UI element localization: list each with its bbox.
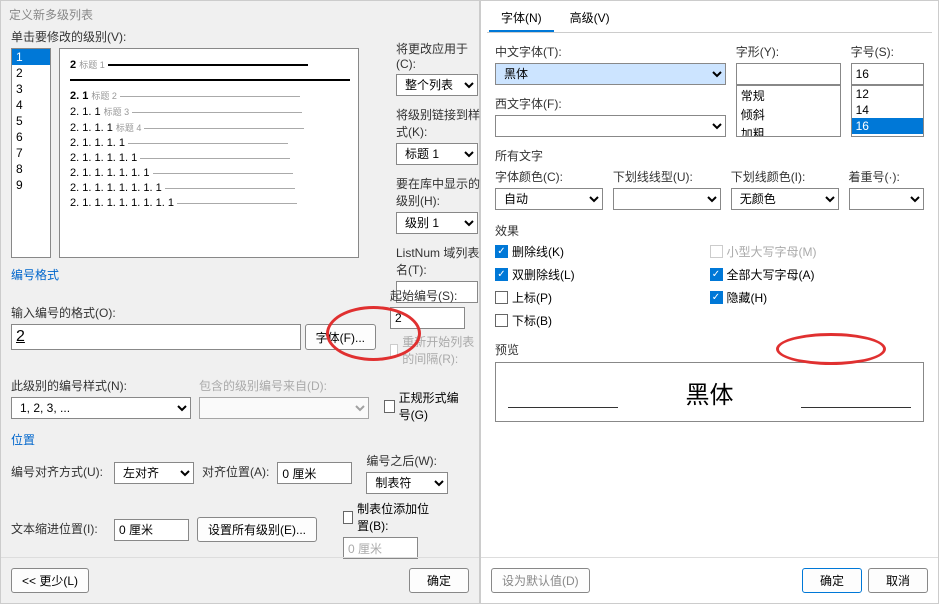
show-lib-select[interactable]: 级别 1 (396, 212, 478, 234)
font-dialog: 字体(N) 高级(V) 中文字体(T): 黑体 西文字体(F): 字形(Y): … (480, 0, 939, 604)
listnum-label: ListNum 域列表名(T): (396, 244, 481, 278)
style-listbox[interactable]: 常规 倾斜 加粗 (736, 85, 841, 137)
right-bottom-bar: 设为默认值(D) 确定 取消 (481, 557, 938, 603)
restart-checkbox: 重新开始列表的间隔(R): (390, 333, 475, 367)
set-all-levels-button[interactable]: 设置所有级别(E)... (197, 517, 317, 542)
color-select[interactable]: 自动 (495, 188, 603, 210)
tab-stop-input[interactable] (343, 537, 418, 559)
size-listbox[interactable]: 12 14 16 (851, 85, 924, 137)
apply-to-label: 将更改应用于(C): (396, 40, 481, 71)
right-column: 将更改应用于(C): 整个列表 将级别链接到样式(K): 标题 1 要在库中显示… (396, 36, 481, 303)
indent-label: 文本缩进位置(I): (11, 520, 106, 537)
strike-checkbox[interactable]: 删除线(K) (495, 243, 710, 260)
font-ok-button[interactable]: 确定 (802, 568, 862, 593)
cn-font-select[interactable]: 黑体 (495, 63, 726, 85)
tabs: 字体(N) 高级(V) (481, 1, 938, 32)
align-label: 编号对齐方式(U): (11, 463, 106, 480)
dialog-title: 定义新多级列表 (1, 1, 479, 28)
start-at-input[interactable] (390, 307, 465, 329)
level-item[interactable]: 6 (12, 129, 50, 145)
apply-to-select[interactable]: 整个列表 (396, 74, 478, 96)
level-item[interactable]: 8 (12, 161, 50, 177)
size-label: 字号(S): (851, 43, 924, 60)
dbl-strike-checkbox[interactable]: 双删除线(L) (495, 266, 710, 283)
tab-font[interactable]: 字体(N) (489, 5, 554, 32)
ok-button[interactable]: 确定 (409, 568, 469, 593)
size-input[interactable] (851, 63, 924, 85)
multilevel-list-dialog: 定义新多级列表 单击要修改的级别(V): 1 2 3 4 5 6 7 8 9 2… (0, 0, 480, 604)
follow-select[interactable]: 制表符 (366, 472, 448, 494)
emphasis-select[interactable] (849, 188, 924, 210)
underline-select[interactable] (613, 188, 721, 210)
level-item[interactable]: 3 (12, 81, 50, 97)
show-lib-label: 要在库中显示的级别(H): (396, 175, 481, 209)
level-item[interactable]: 9 (12, 177, 50, 193)
less-button[interactable]: << 更少(L) (11, 568, 89, 593)
hidden-checkbox[interactable]: 隐藏(H) (710, 289, 925, 306)
link-style-label: 将级别链接到样式(K): (396, 106, 481, 140)
align-at-label: 对齐位置(A): (202, 463, 269, 480)
level-item[interactable]: 1 (12, 49, 50, 65)
font-cancel-button[interactable]: 取消 (868, 568, 928, 593)
set-default-button[interactable]: 设为默认值(D) (491, 568, 590, 593)
effects-section: 效果 (495, 222, 924, 239)
underline-color-select[interactable]: 无颜色 (731, 188, 839, 210)
number-format-input[interactable] (11, 324, 301, 350)
align-select[interactable]: 左对齐 (114, 462, 194, 484)
number-format-label: 输入编号的格式(O): (11, 304, 376, 321)
underline-label: 下划线线型(U): (613, 168, 721, 185)
level-item[interactable]: 2 (12, 65, 50, 81)
include-from-label: 包含的级别编号来自(D): (199, 377, 376, 394)
subscript-checkbox[interactable]: 下标(B) (495, 312, 710, 329)
en-font-label: 西文字体(F): (495, 95, 726, 112)
underline-color-label: 下划线颜色(I): (731, 168, 839, 185)
style-label: 字形(Y): (736, 43, 841, 60)
number-style-select[interactable]: 1, 2, 3, ... (11, 397, 191, 419)
level-item[interactable]: 5 (12, 113, 50, 129)
left-bottom-bar: << 更少(L) 确定 取消 (1, 557, 479, 603)
include-from-select[interactable] (199, 397, 369, 419)
superscript-checkbox[interactable]: 上标(P) (495, 289, 710, 306)
indent-input[interactable] (114, 519, 189, 541)
level-item[interactable]: 4 (12, 97, 50, 113)
tab-advanced[interactable]: 高级(V) (558, 5, 622, 32)
small-caps-checkbox: 小型大写字母(M) (710, 243, 925, 260)
link-style-select[interactable]: 标题 1 (396, 143, 478, 165)
preview-section: 预览 (495, 341, 924, 358)
level-item[interactable]: 7 (12, 145, 50, 161)
follow-label: 编号之后(W): (366, 452, 451, 469)
number-style-label: 此级别的编号样式(N): (11, 377, 191, 394)
align-at-input[interactable] (277, 462, 352, 484)
en-font-select[interactable] (495, 115, 726, 137)
cn-font-label: 中文字体(T): (495, 43, 726, 60)
all-text-section: 所有文字 (495, 147, 924, 164)
font-preview: 黑体 (495, 362, 924, 422)
font-button[interactable]: 字体(F)... (305, 324, 376, 350)
position-section: 位置 (11, 431, 469, 448)
emphasis-label: 着重号(·): (849, 168, 924, 185)
start-at-label: 起始编号(S): (390, 287, 475, 304)
all-caps-checkbox[interactable]: 全部大写字母(A) (710, 266, 925, 283)
legal-format-checkbox[interactable]: 正规形式编号(G) (384, 389, 469, 423)
tab-stop-checkbox[interactable]: 制表位添加位置(B): (343, 500, 433, 534)
level-list[interactable]: 1 2 3 4 5 6 7 8 9 (11, 48, 51, 258)
level-preview: 2 标题 1 2. 1 标题 2 2. 1. 1 标题 3 2. 1. 1. 1… (59, 48, 359, 258)
style-input[interactable] (736, 63, 841, 85)
color-label: 字体颜色(C): (495, 168, 603, 185)
